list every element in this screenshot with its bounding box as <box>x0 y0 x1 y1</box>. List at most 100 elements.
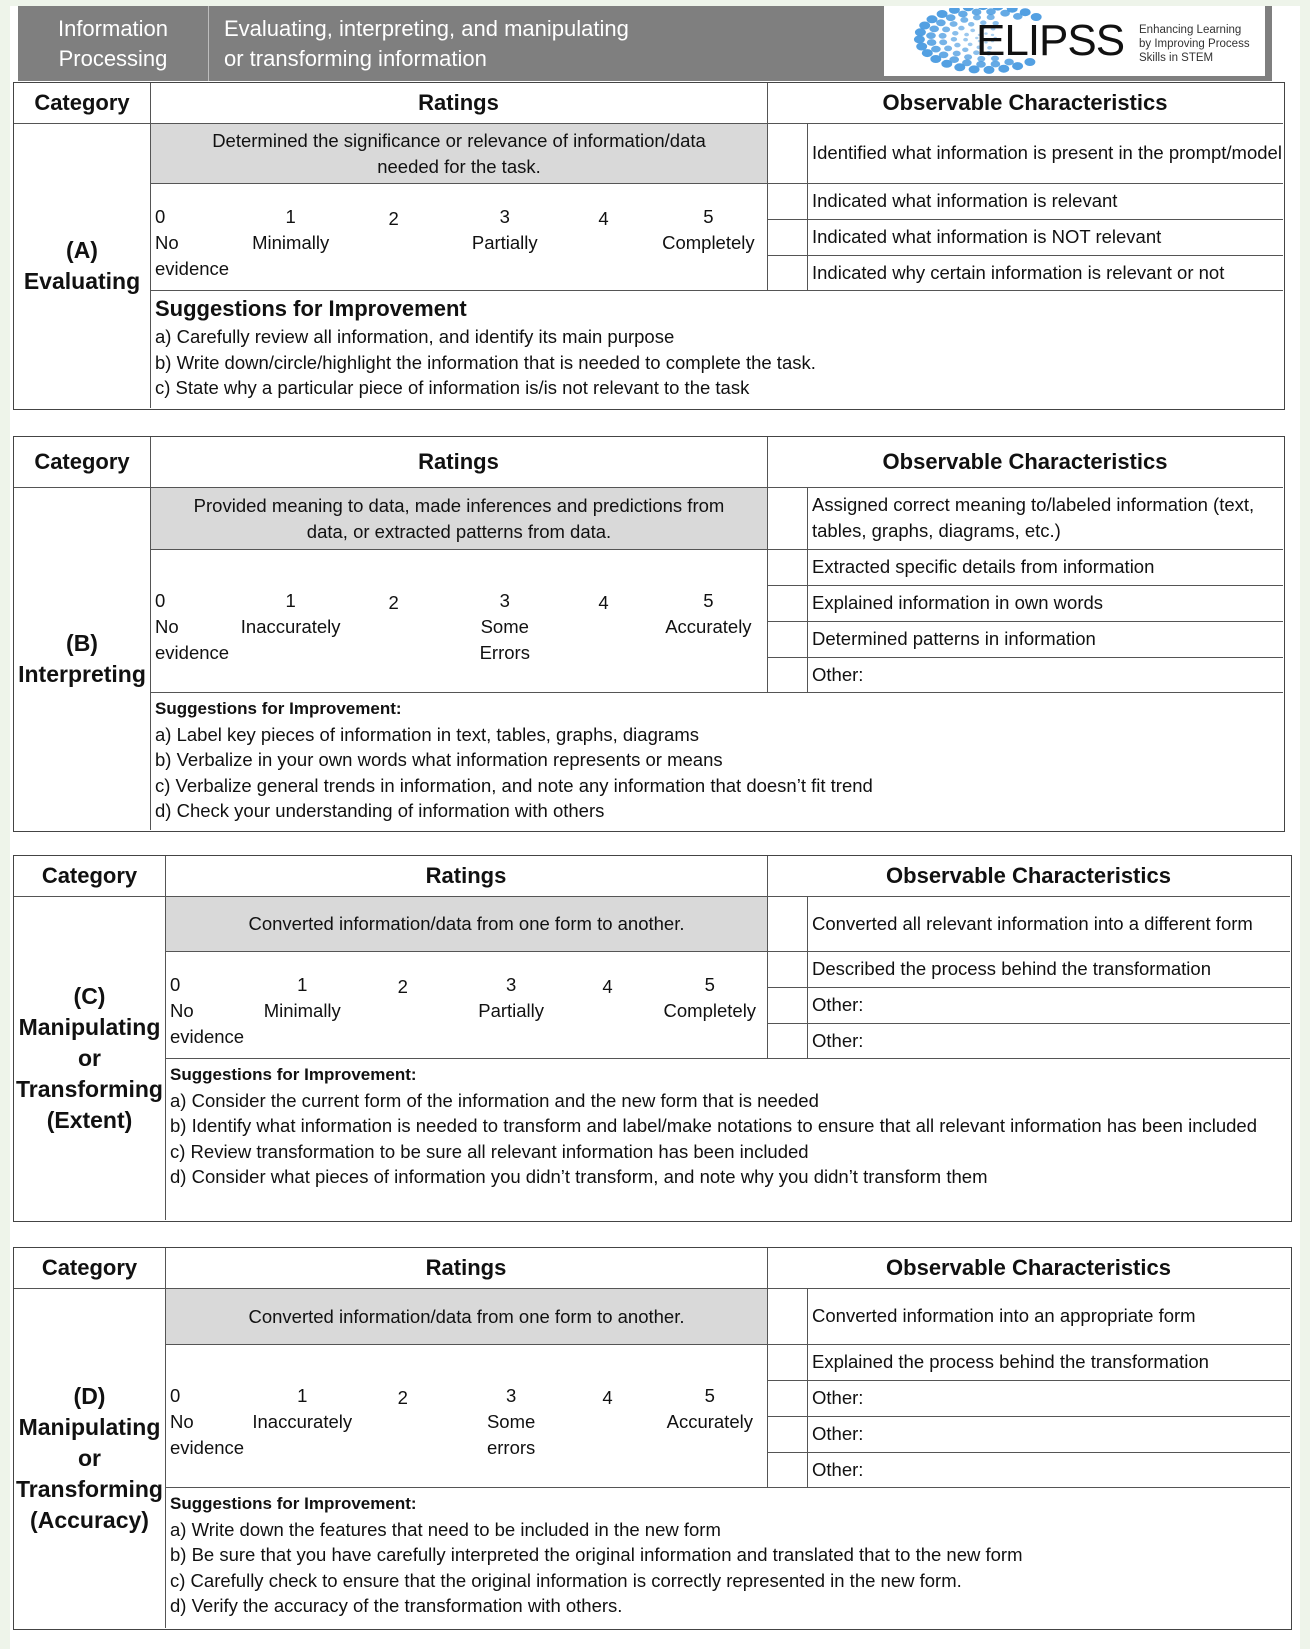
observable-checkbox[interactable] <box>767 1452 807 1487</box>
rating-option-5[interactable]: 5 Accurately <box>643 588 773 640</box>
observable-checkbox[interactable] <box>767 951 807 987</box>
rating-option-5[interactable]: 5 Completely <box>643 204 773 256</box>
observable-checkbox[interactable] <box>767 183 807 219</box>
ratings-header: Ratings <box>425 863 507 888</box>
logo-dot <box>939 39 948 46</box>
logo-dot <box>967 42 973 47</box>
suggestion-item: d) Consider what pieces of information y… <box>170 1166 988 1188</box>
logo-dot <box>960 17 969 23</box>
observable-checkbox[interactable] <box>767 987 807 1023</box>
observable-checkbox[interactable] <box>767 549 807 585</box>
observable-checkbox[interactable] <box>767 1288 807 1344</box>
rating-description-line: Converted information/data from one form… <box>248 913 685 934</box>
table-rule <box>150 692 1283 693</box>
logo-dot <box>952 31 959 36</box>
observable-characteristic: Other: <box>807 1452 1290 1487</box>
rating-label: Partially <box>471 231 538 253</box>
observable-characteristic-text: Other: <box>812 1387 864 1408</box>
observable-checkbox[interactable] <box>767 1023 807 1058</box>
rating-description: Provided meaning to data, made inference… <box>151 488 767 549</box>
rating-number: 5 <box>703 205 714 227</box>
observable-checkbox[interactable] <box>767 621 807 657</box>
rubric-table-c: Category Ratings Observable Characteristic… <box>13 855 1292 1222</box>
observable-characteristic: Explained the process behind the transfo… <box>807 1344 1290 1380</box>
rating-option-5[interactable]: 5 Accurately <box>645 1383 775 1435</box>
logo-dot <box>983 65 995 74</box>
logo-dot <box>941 59 953 68</box>
table-rule <box>165 1487 1290 1488</box>
observable-characteristic: Converted information into an appropriat… <box>807 1288 1290 1344</box>
rating-option-5[interactable]: 5 Completely <box>645 972 775 1024</box>
rating-description: Converted information/data from one form… <box>166 1289 767 1344</box>
observable-checkbox[interactable] <box>767 1344 807 1380</box>
suggestions-title: Suggestions for Improvement <box>155 296 467 321</box>
ratings-header: Ratings <box>418 449 499 474</box>
observable-characteristic: Other: <box>807 1023 1290 1058</box>
observable-checkbox[interactable] <box>767 585 807 621</box>
category-label-line: Manipulating <box>18 1413 161 1440</box>
category-label-line: Interpreting <box>18 660 146 687</box>
logo-dot <box>926 15 938 24</box>
rating-description-text: Converted information/data from one form… <box>248 1304 684 1330</box>
rating-scale: 0 No evidence 1 Inaccurately 2 3 Some Errors 4 5 Ac… <box>150 549 767 692</box>
category-label-line: Manipulating <box>18 1013 161 1040</box>
logo-tagline-line: Enhancing Learning <box>1139 24 1242 36</box>
observable-characteristic-text: Determined patterns in information <box>812 628 1096 649</box>
category-label-line: (Extent) <box>46 1106 133 1133</box>
rating-label: evidence <box>155 641 230 663</box>
rubric-table-d: Category Ratings Observable Characteristic… <box>13 1247 1292 1630</box>
suggestion-item: b) Write down/circle/highlight the infor… <box>155 351 816 373</box>
section-description-line: Evaluating, interpreting, and manipulati… <box>224 15 629 41</box>
category-header: Category <box>41 1255 138 1280</box>
category-label: (A) Evaluating <box>14 123 150 408</box>
logo-dot <box>964 54 973 60</box>
observable-characteristic: Described the process behind the transfo… <box>807 951 1290 987</box>
observable-characteristic-text: Indicated what information is relevant <box>812 190 1118 211</box>
rating-label: Errors <box>479 641 530 663</box>
suggestion-item: c) Review transformation to be sure all … <box>170 1140 809 1162</box>
logo-dot <box>929 25 939 33</box>
observable-characteristic-text: Assigned correct meaning to/labeled info… <box>812 494 1255 541</box>
rating-description-text: Provided meaning to data, made inference… <box>194 493 725 545</box>
observable-checkbox[interactable] <box>767 1380 807 1416</box>
observable-characteristic: Converted all relevant information into … <box>807 896 1290 951</box>
section-title: Information Processing <box>18 6 209 81</box>
observable-characteristic-text: Extracted specific details from informat… <box>812 556 1155 577</box>
rating-label: evidence <box>170 1436 245 1458</box>
rating-label: Completely <box>662 231 755 253</box>
suggestions-title: Suggestions for Improvement: <box>170 1494 417 1513</box>
category-label-line: (D) <box>73 1382 106 1409</box>
observable-checkbox[interactable] <box>767 255 807 290</box>
category-label-line: Transforming <box>16 1475 163 1502</box>
observable-checkbox[interactable] <box>767 1416 807 1452</box>
observable-checkbox[interactable] <box>767 219 807 255</box>
suggestion-item: a) Carefully review all information, and… <box>155 326 675 347</box>
observable-characteristic: Extracted specific details from informat… <box>807 549 1283 585</box>
observable-checkbox[interactable] <box>767 657 807 692</box>
logo-dot <box>968 65 980 74</box>
observable-checkbox[interactable] <box>767 896 807 951</box>
observable-checkbox[interactable] <box>767 487 807 549</box>
logo-dot <box>954 63 966 72</box>
logo-dot <box>968 22 975 27</box>
ratings-header: Ratings <box>418 90 499 115</box>
rating-label: evidence <box>170 1025 245 1047</box>
section-description-line: or transforming information <box>224 45 487 71</box>
suggestions-title: Suggestions for Improvement: <box>170 1065 417 1084</box>
observable-characteristic: Other: <box>807 1416 1290 1452</box>
observable-characteristic: Explained information in own words <box>807 585 1283 621</box>
logo-dot <box>926 32 936 39</box>
rubric-table-b: Category Ratings Observable Characteristic… <box>13 436 1285 832</box>
suggestion-item: a) Consider the current form of the info… <box>170 1089 819 1111</box>
category-label-line: Evaluating <box>23 267 141 294</box>
observable-characteristics-header: Observable Characteristics <box>882 90 1168 115</box>
rating-description-line: needed for the task. <box>377 155 541 177</box>
logo-dot <box>945 14 956 22</box>
observable-characteristic: Assigned correct meaning to/labeled info… <box>807 487 1283 549</box>
observable-checkbox[interactable] <box>767 123 807 183</box>
observable-characteristic: Indicated what information is NOT releva… <box>807 219 1283 255</box>
category-label-line: or <box>78 1444 101 1471</box>
logo-dot <box>950 37 958 42</box>
logo-dot <box>938 32 947 39</box>
rating-number: 5 <box>704 973 715 995</box>
